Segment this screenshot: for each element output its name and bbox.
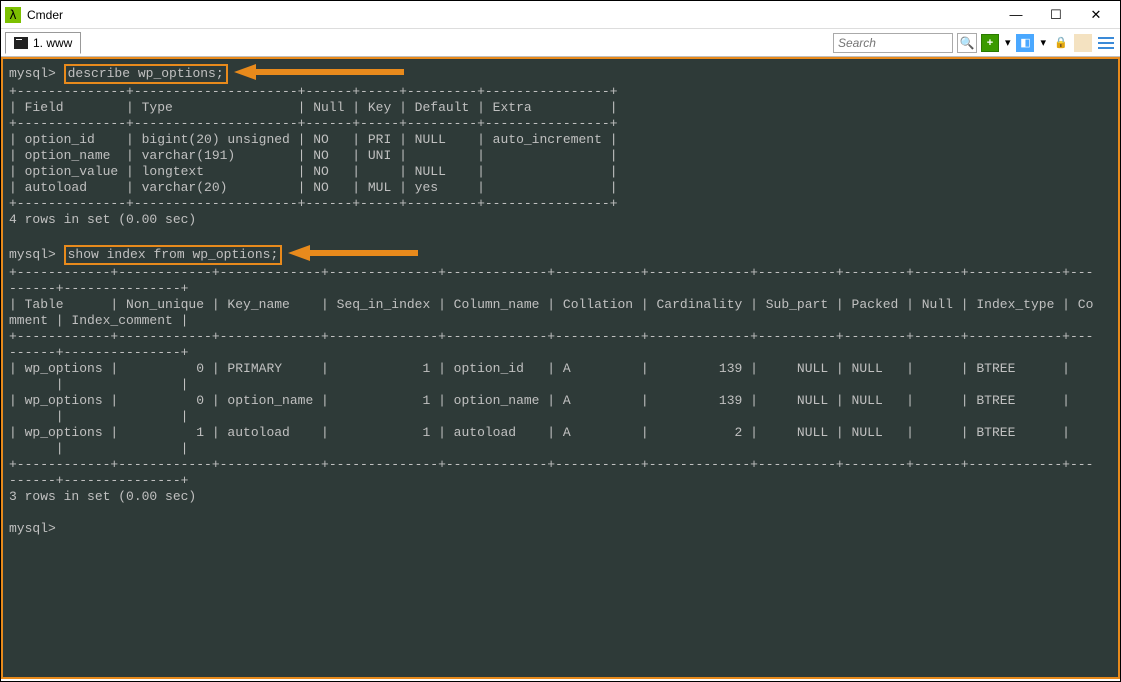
titlebar: λ Cmder — ☐ ✕ [1,1,1120,29]
attach-icon[interactable]: ◧ [1016,34,1034,52]
idx-sep-mid-2: ------+---------------+ [9,345,188,360]
lock-icon[interactable]: 🔒 [1052,34,1070,52]
console-icon [14,37,28,49]
tabbar: 1. www 🔍 + ▾ ◧ ▾ 🔒 [1,29,1120,57]
prompt: mysql> [9,66,56,81]
idx-sep-top-2: ------+---------------+ [9,281,188,296]
tab-console-1[interactable]: 1. www [5,32,81,54]
window-mode-icon[interactable] [1074,34,1092,52]
idx-header-2: mment | Index_comment | [9,313,188,328]
attach-dropdown[interactable]: ▾ [1038,33,1048,53]
terminal-pane[interactable]: mysql> describe wp_options; +-----------… [1,57,1120,679]
idx-sep-bot-2: ------+---------------+ [9,473,188,488]
idx-sep-bot-1: +------------+------------+-------------… [9,457,1093,472]
idx-row-1b: | | [9,377,188,392]
idx-row-2b: | | [9,409,188,424]
desc-row-1: | option_id | bigint(20) unsigned | NO |… [9,132,618,147]
desc-sep-top: +--------------+---------------------+--… [9,84,618,99]
desc-row-4: | autoload | varchar(20) | NO | MUL | ye… [9,180,618,195]
tab-label: 1. www [33,36,72,50]
desc-row-3: | option_value | longtext | NO | | NULL … [9,164,618,179]
idx-row-3a: | wp_options | 1 | autoload | 1 | autolo… [9,425,1093,440]
minimize-button[interactable]: — [996,3,1036,27]
desc-sep-mid: +--------------+---------------------+--… [9,116,618,131]
cmd-describe: describe wp_options; [64,64,228,84]
maximize-button[interactable]: ☐ [1036,3,1076,27]
arrow-annotation-icon [288,245,418,266]
desc-header: | Field | Type | Null | Key | Default | … [9,100,618,115]
idx-row-3b: | | [9,441,188,456]
search-button[interactable]: 🔍 [957,33,977,53]
close-button[interactable]: ✕ [1076,3,1116,27]
app-icon: λ [5,7,21,23]
window-title: Cmder [27,8,63,22]
new-tab-button[interactable]: + [981,34,999,52]
idx-sep-mid-1: +------------+------------+-------------… [9,329,1093,344]
prompt: mysql> [9,521,56,536]
desc-footer: 4 rows in set (0.00 sec) [9,212,196,227]
desc-row-2: | option_name | varchar(191) | NO | UNI … [9,148,618,163]
idx-footer: 3 rows in set (0.00 sec) [9,489,196,504]
search-input[interactable] [833,33,953,53]
cmd-show-index: show index from wp_options; [64,245,283,265]
idx-row-2a: | wp_options | 0 | option_name | 1 | opt… [9,393,1093,408]
prompt: mysql> [9,247,56,262]
desc-sep-bot: +--------------+---------------------+--… [9,196,618,211]
toolbar-right: 🔍 + ▾ ◧ ▾ 🔒 [833,33,1116,53]
menu-button[interactable] [1096,33,1116,53]
idx-sep-top-1: +------------+------------+-------------… [9,265,1093,280]
idx-header-1: | Table | Non_unique | Key_name | Seq_in… [9,297,1093,312]
new-tab-dropdown[interactable]: ▾ [1003,33,1013,53]
arrow-annotation-icon [234,64,404,85]
idx-row-1a: | wp_options | 0 | PRIMARY | 1 | option_… [9,361,1093,376]
window-controls: — ☐ ✕ [996,3,1116,27]
